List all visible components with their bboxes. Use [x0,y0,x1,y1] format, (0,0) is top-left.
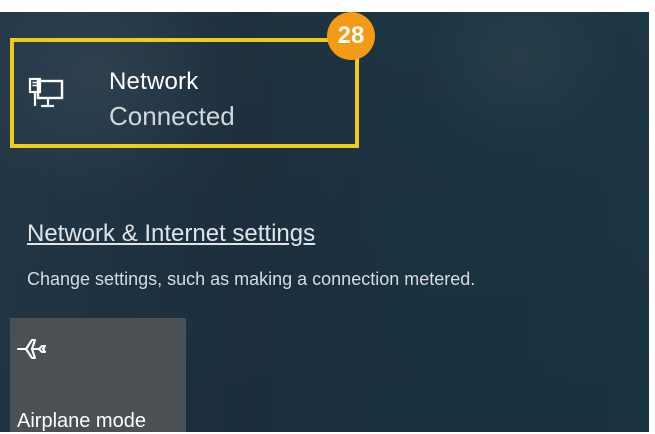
airplane-mode-tile[interactable]: Airplane mode [10,318,186,432]
network-internet-settings-link[interactable]: Network & Internet settings [27,220,315,248]
airplane-mode-label: Airplane mode [17,410,146,432]
wired-network-icon [28,77,64,108]
network-status: Connected [109,101,235,131]
annotation-badge: 28 [327,12,375,60]
network-settings-description: Change settings, such as making a connec… [27,269,476,289]
screenshot-frame: Network Connected 28 Network & Internet … [0,0,655,434]
network-title: Network [109,68,199,95]
network-tile[interactable]: Network Connected [10,38,359,148]
network-flyout: Network Connected 28 Network & Internet … [0,12,649,432]
airplane-icon [16,338,47,360]
